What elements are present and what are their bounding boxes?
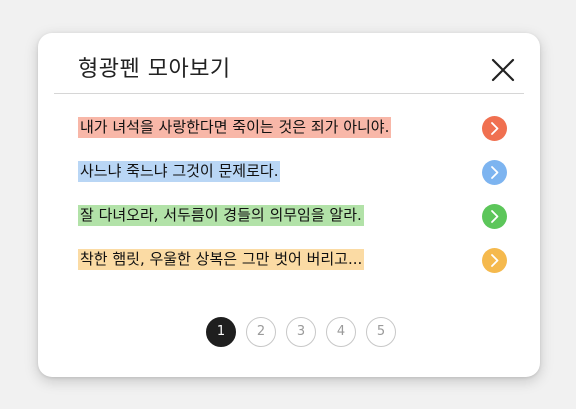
chevron-right-icon: [482, 248, 507, 273]
dialog-header: 형광펜 모아보기: [54, 33, 524, 94]
page-button-3[interactable]: 3: [286, 317, 316, 347]
list-item: 착한 햄릿, 우울한 상복은 그만 벗어 버리고...: [78, 248, 508, 293]
list-item: 사느냐 죽느냐 그것이 문제로다.: [78, 160, 508, 205]
page-button-5[interactable]: 5: [366, 317, 396, 347]
chevron-right-icon: [482, 204, 507, 229]
highlight-collection-dialog: 형광펜 모아보기 내가 녀석을 사랑한다면 죽이는 것은 죄가 아니야. 사느냐…: [38, 33, 540, 377]
screen: 형광펜 모아보기 내가 녀석을 사랑한다면 죽이는 것은 죄가 아니야. 사느냐…: [0, 0, 576, 409]
list-item: 내가 녀석을 사랑한다면 죽이는 것은 죄가 아니야.: [78, 116, 508, 161]
go-to-highlight-button[interactable]: [482, 160, 507, 185]
go-to-highlight-button[interactable]: [482, 204, 507, 229]
highlight-quote: 내가 녀석을 사랑한다면 죽이는 것은 죄가 아니야.: [78, 117, 392, 138]
go-to-highlight-button[interactable]: [482, 248, 507, 273]
highlight-list: 내가 녀석을 사랑한다면 죽이는 것은 죄가 아니야. 사느냐 죽느냐 그것이 …: [78, 116, 508, 293]
highlight-quote: 사느냐 죽느냐 그것이 문제로다.: [78, 161, 281, 182]
page-button-2[interactable]: 2: [246, 317, 276, 347]
dialog-title: 형광펜 모아보기: [78, 57, 231, 82]
highlight-quote: 착한 햄릿, 우울한 상복은 그만 벗어 버리고...: [78, 249, 365, 270]
page-button-1[interactable]: 1: [206, 317, 236, 347]
close-button[interactable]: [490, 57, 516, 83]
chevron-right-icon: [482, 160, 507, 185]
go-to-highlight-button[interactable]: [482, 116, 507, 141]
list-item: 잘 다녀오라, 서두름이 경들의 의무임을 알라.: [78, 204, 508, 249]
page-button-4[interactable]: 4: [326, 317, 356, 347]
highlight-quote: 잘 다녀오라, 서두름이 경들의 의무임을 알라.: [78, 205, 364, 226]
close-icon: [491, 58, 515, 82]
chevron-right-icon: [482, 116, 507, 141]
